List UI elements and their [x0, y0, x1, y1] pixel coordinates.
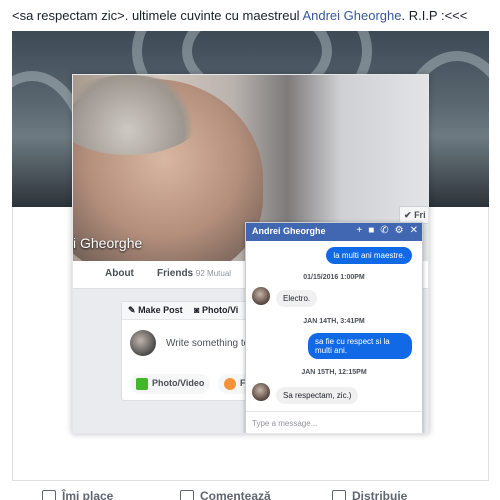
like-label: Îmi place	[62, 489, 114, 500]
comment-button[interactable]: Comentează	[180, 489, 271, 500]
camera-icon: ◙	[194, 305, 200, 315]
post-text-prefix: <sa respectam zic>. ultimele cuvinte cu …	[12, 8, 303, 23]
feeling-icon	[224, 378, 236, 390]
message-timestamp: JAN 14TH, 3:41PM	[303, 318, 365, 325]
message-outgoing: la multi ani maestre.	[326, 247, 412, 264]
like-button[interactable]: Îmi place	[42, 489, 113, 500]
comment-label: Comentează	[200, 489, 271, 500]
photo-video-button-label: Photo/Video	[152, 378, 205, 388]
pencil-icon: ✎	[128, 305, 136, 315]
chat-avatar	[252, 287, 270, 305]
chat-window: Andrei Gheorghe + ■ ✆ ⚙ ✕ la multi ani m…	[245, 222, 423, 433]
composer-toolbar: ✎ Make Post ◙ Photo/Vi	[122, 302, 250, 320]
message-list: la multi ani maestre. 01/15/2016 1:00PM …	[246, 241, 422, 411]
message-incoming: Electro.	[276, 290, 318, 307]
chat-avatar	[252, 383, 270, 401]
friends-button-label: Fri	[414, 210, 426, 220]
chat-header[interactable]: Andrei Gheorghe + ■ ✆ ⚙ ✕	[246, 223, 422, 241]
tab-friends-count: 92 Mutual	[195, 269, 232, 278]
share-icon	[332, 490, 346, 500]
message-timestamp: 01/15/2016 1:00PM	[303, 274, 365, 281]
profile-name: i Gheorghe	[73, 235, 143, 251]
post-composer: ✎ Make Post ◙ Photo/Vi Write something t…	[121, 301, 252, 401]
make-post-tab[interactable]: ✎ Make Post	[128, 305, 183, 316]
message-input[interactable]: Type a message...	[246, 411, 422, 433]
check-icon: ✔	[404, 210, 412, 220]
tagged-profile-link[interactable]: Andrei Gheorghe	[302, 8, 401, 23]
make-post-label: Make Post	[138, 305, 183, 315]
post-actions: Îmi place Comentează Distribuie	[12, 489, 489, 500]
post-text-suffix: . R.I.P :<<<	[401, 8, 468, 23]
thumbs-up-icon	[42, 490, 56, 500]
post-text: <sa respectam zic>. ultimele cuvinte cu …	[12, 8, 467, 23]
avatar	[130, 330, 156, 356]
chat-title: Andrei Gheorghe	[252, 226, 326, 236]
close-icon[interactable]: ✕	[410, 225, 418, 236]
tab-friends-label: Friends	[157, 268, 194, 279]
share-label: Distribuie	[352, 489, 408, 500]
comment-icon	[180, 490, 194, 500]
message-timestamp: JAN 15TH, 12:15PM	[301, 369, 367, 376]
phone-icon[interactable]: ✆	[380, 225, 388, 236]
photo-video-button[interactable]: Photo/Video	[130, 374, 211, 394]
plus-icon[interactable]: +	[356, 225, 362, 236]
video-icon[interactable]: ■	[368, 225, 374, 236]
gear-icon[interactable]: ⚙	[395, 225, 404, 236]
chat-header-icons: + ■ ✆ ⚙ ✕	[356, 225, 418, 236]
photo-video-tab-label: Photo/Vi	[201, 305, 239, 315]
message-incoming: Sa respectam, zic.)	[276, 387, 359, 404]
share-button[interactable]: Distribuie	[332, 489, 407, 500]
tab-about[interactable]: About	[105, 268, 134, 279]
photo-icon	[136, 378, 148, 390]
photo-video-tab[interactable]: ◙ Photo/Vi	[194, 305, 238, 315]
tab-friends[interactable]: Friends 92 Mutual	[157, 268, 231, 279]
screenshot-image[interactable]: i Gheorghe ✔ Fri About Friends 92 Mutual…	[72, 74, 429, 434]
message-outgoing: sa fie cu respect si la multi ani.	[308, 333, 412, 359]
composer-input[interactable]: Write something to	[166, 338, 249, 349]
